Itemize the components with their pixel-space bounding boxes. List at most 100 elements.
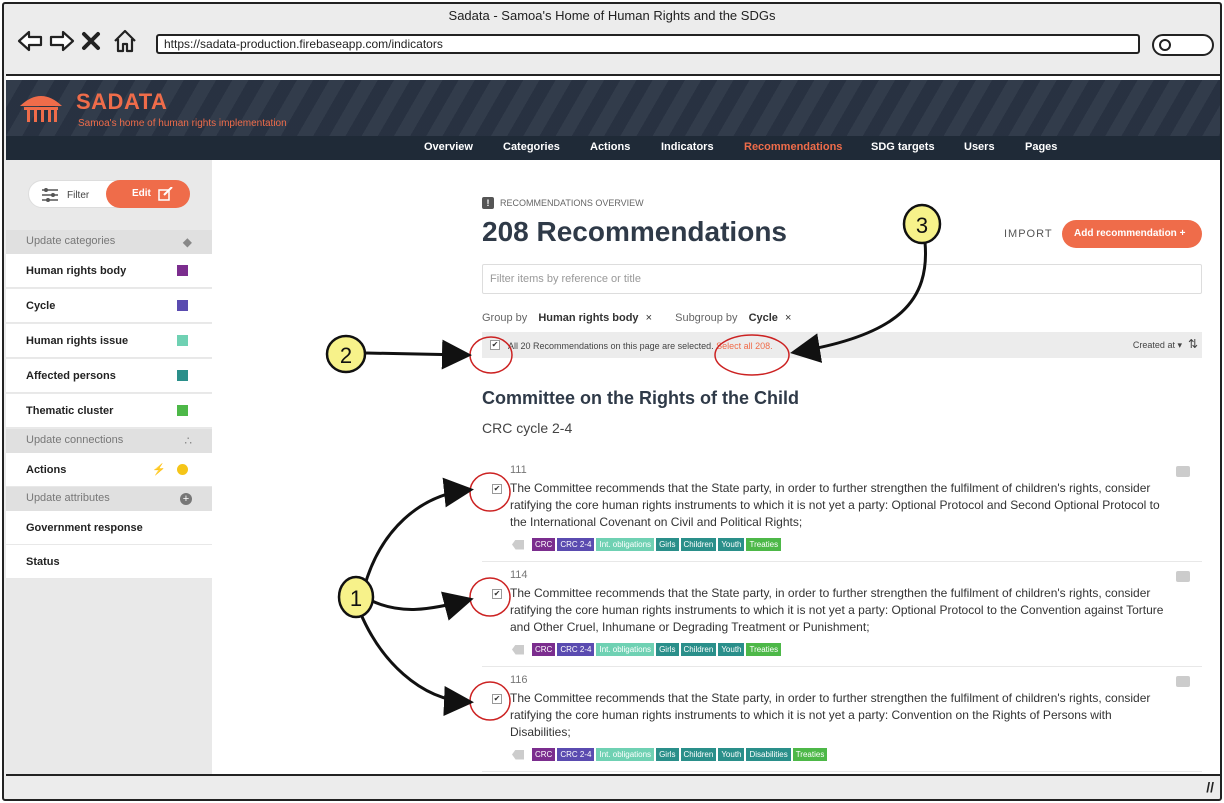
item-checkbox[interactable]: ✔	[492, 589, 502, 599]
tag: Int. obligations	[596, 643, 655, 656]
forward-icon[interactable]	[48, 28, 76, 54]
sidebar-item-label: Government response	[26, 522, 143, 534]
tag: Girls	[656, 748, 679, 761]
recommendation-text[interactable]: The Committee recommends that the State …	[510, 585, 1170, 636]
tag-icon	[512, 539, 524, 550]
search-icon	[1159, 39, 1171, 51]
add-recommendation-button[interactable]: Add recommendation +	[1062, 220, 1202, 248]
browser-search[interactable]	[1152, 34, 1214, 56]
list-item[interactable]: 111 ✔ The Committee recommends that the …	[482, 458, 1202, 562]
back-icon[interactable]	[16, 28, 44, 54]
nav-categories[interactable]: Categories	[503, 141, 560, 153]
subgroup-by-label: Subgroup by	[675, 312, 738, 324]
brand-tagline: Samoa's home of human rights implementat…	[78, 118, 287, 129]
remove-subgroup-icon[interactable]: ×	[785, 312, 791, 324]
recommendation-ref: 111	[510, 464, 527, 476]
alert-icon: !	[482, 197, 494, 209]
edit-tab[interactable]: Edit	[106, 180, 190, 208]
nav-indicators[interactable]: Indicators	[661, 141, 714, 153]
item-checkbox[interactable]: ✔	[492, 694, 502, 704]
close-icon[interactable]	[80, 28, 108, 54]
logo-icon[interactable]	[18, 90, 64, 124]
resize-grip-icon[interactable]: //	[1206, 779, 1214, 795]
import-button[interactable]: IMPORT	[1004, 228, 1053, 240]
edit-icon	[158, 187, 173, 201]
nav-actions[interactable]: Actions	[590, 141, 630, 153]
sort-dropdown[interactable]: Created at ▾	[1133, 340, 1182, 351]
overview-text: RECOMMENDATIONS OVERVIEW	[500, 198, 644, 208]
sidebar-item-label: Status	[26, 556, 60, 568]
category-color-swatch	[177, 405, 188, 416]
filter-input[interactable]: Filter items by reference or title	[482, 264, 1202, 294]
update-categories-label: Update categories	[26, 235, 116, 247]
sidebar-item-cycle[interactable]: Cycle	[6, 289, 212, 323]
filter-tab[interactable]: Filter	[41, 188, 89, 202]
comment-icon	[1176, 676, 1190, 687]
tag-list: CRC CRC 2-4 Int. obligations Girls Child…	[512, 538, 782, 551]
sidebar-item-label: Cycle	[26, 300, 56, 312]
tag: CRC	[532, 643, 556, 656]
nav-pages[interactable]: Pages	[1025, 141, 1057, 153]
window-title: Sadata - Samoa's Home of Human Rights an…	[448, 8, 776, 23]
filter-edit-toggle: Filter Edit	[28, 180, 190, 208]
tag: Treaties	[746, 538, 782, 551]
selection-bar: ✔ All 20 Recommendations on this page ar…	[482, 332, 1202, 358]
update-attributes-header: Update attributes +	[6, 487, 212, 511]
tag: CRC	[532, 538, 556, 551]
tag: CRC 2-4	[557, 538, 595, 551]
update-attributes-label: Update attributes	[26, 492, 110, 504]
sidebar-item-thematic-cluster[interactable]: Thematic cluster	[6, 394, 212, 428]
comment-icon	[1176, 466, 1190, 477]
sidebar-item-label: Affected persons	[26, 370, 116, 382]
tag-icon	[512, 749, 524, 760]
update-connections-header: Update connections ∴	[6, 429, 212, 453]
select-page-checkbox[interactable]: ✔	[490, 340, 500, 350]
select-all-link[interactable]: Select all 208.	[716, 341, 773, 351]
tag: CRC	[532, 748, 556, 761]
tag: Treaties	[792, 748, 828, 761]
plus-circle-icon: +	[180, 493, 192, 505]
subgroup-by-value[interactable]: Cycle	[749, 312, 778, 324]
sidebar-item-government-response[interactable]: Government response	[6, 511, 212, 545]
tag: Youth	[718, 643, 745, 656]
remove-group-icon[interactable]: ×	[646, 312, 652, 324]
sidebar-item-human-rights-issue[interactable]: Human rights issue	[6, 324, 212, 358]
brand-name[interactable]: SADATA	[76, 89, 167, 115]
tag: CRC 2-4	[557, 643, 595, 656]
update-categories-header: Update categories ◆	[6, 230, 212, 254]
tag-list: CRC CRC 2-4 Int. obligations Girls Child…	[512, 643, 782, 656]
list-item[interactable]: 114 ✔ The Committee recommends that the …	[482, 563, 1202, 667]
category-color-swatch	[177, 300, 188, 311]
tag: Int. obligations	[596, 748, 655, 761]
tag-icon: ◆	[182, 235, 192, 249]
browser-window: Sadata - Samoa's Home of Human Rights an…	[2, 2, 1222, 801]
nav-users[interactable]: Users	[964, 141, 995, 153]
recommendation-text[interactable]: The Committee recommends that the State …	[510, 690, 1170, 741]
network-icon: ∴	[184, 434, 192, 448]
sort-order-icon[interactable]: ⇅	[1188, 337, 1198, 351]
tag: Youth	[718, 538, 745, 551]
list-item[interactable]: 116 ✔ The Committee recommends that the …	[482, 668, 1202, 772]
filter-label: Filter	[67, 189, 90, 201]
sort-label: Created at	[1132, 340, 1175, 350]
nav-overview[interactable]: Overview	[424, 141, 473, 153]
url-bar[interactable]: https://sadata-production.firebaseapp.co…	[156, 34, 1140, 54]
recommendation-text[interactable]: The Committee recommends that the State …	[510, 480, 1170, 531]
sidebar-item-status[interactable]: Status	[6, 545, 212, 579]
edit-label: Edit	[132, 188, 151, 199]
site-banner: SADATA Samoa's home of human rights impl…	[6, 80, 1220, 136]
main-nav: Overview Categories Actions Indicators R…	[6, 136, 1220, 160]
sidebar-item-affected-persons[interactable]: Affected persons	[6, 359, 212, 393]
sidebar-item-label: Human rights issue	[26, 335, 129, 347]
item-checkbox[interactable]: ✔	[492, 484, 502, 494]
nav-sdg-targets[interactable]: SDG targets	[871, 141, 935, 153]
selection-message: All 20 Recommendations on this page are …	[508, 341, 773, 351]
sidebar-item-label: Thematic cluster	[26, 405, 114, 417]
sidebar-item-human-rights-body[interactable]: Human rights body	[6, 254, 212, 288]
nav-recommendations[interactable]: Recommendations	[744, 141, 842, 153]
group-by-bar: Group by Human rights body × Subgroup by…	[482, 312, 791, 324]
home-icon[interactable]	[112, 28, 140, 54]
selection-text: All 20 Recommendations on this page are …	[508, 341, 714, 351]
group-by-value[interactable]: Human rights body	[538, 312, 638, 324]
sidebar-item-actions[interactable]: Actions ⚡	[6, 453, 212, 487]
